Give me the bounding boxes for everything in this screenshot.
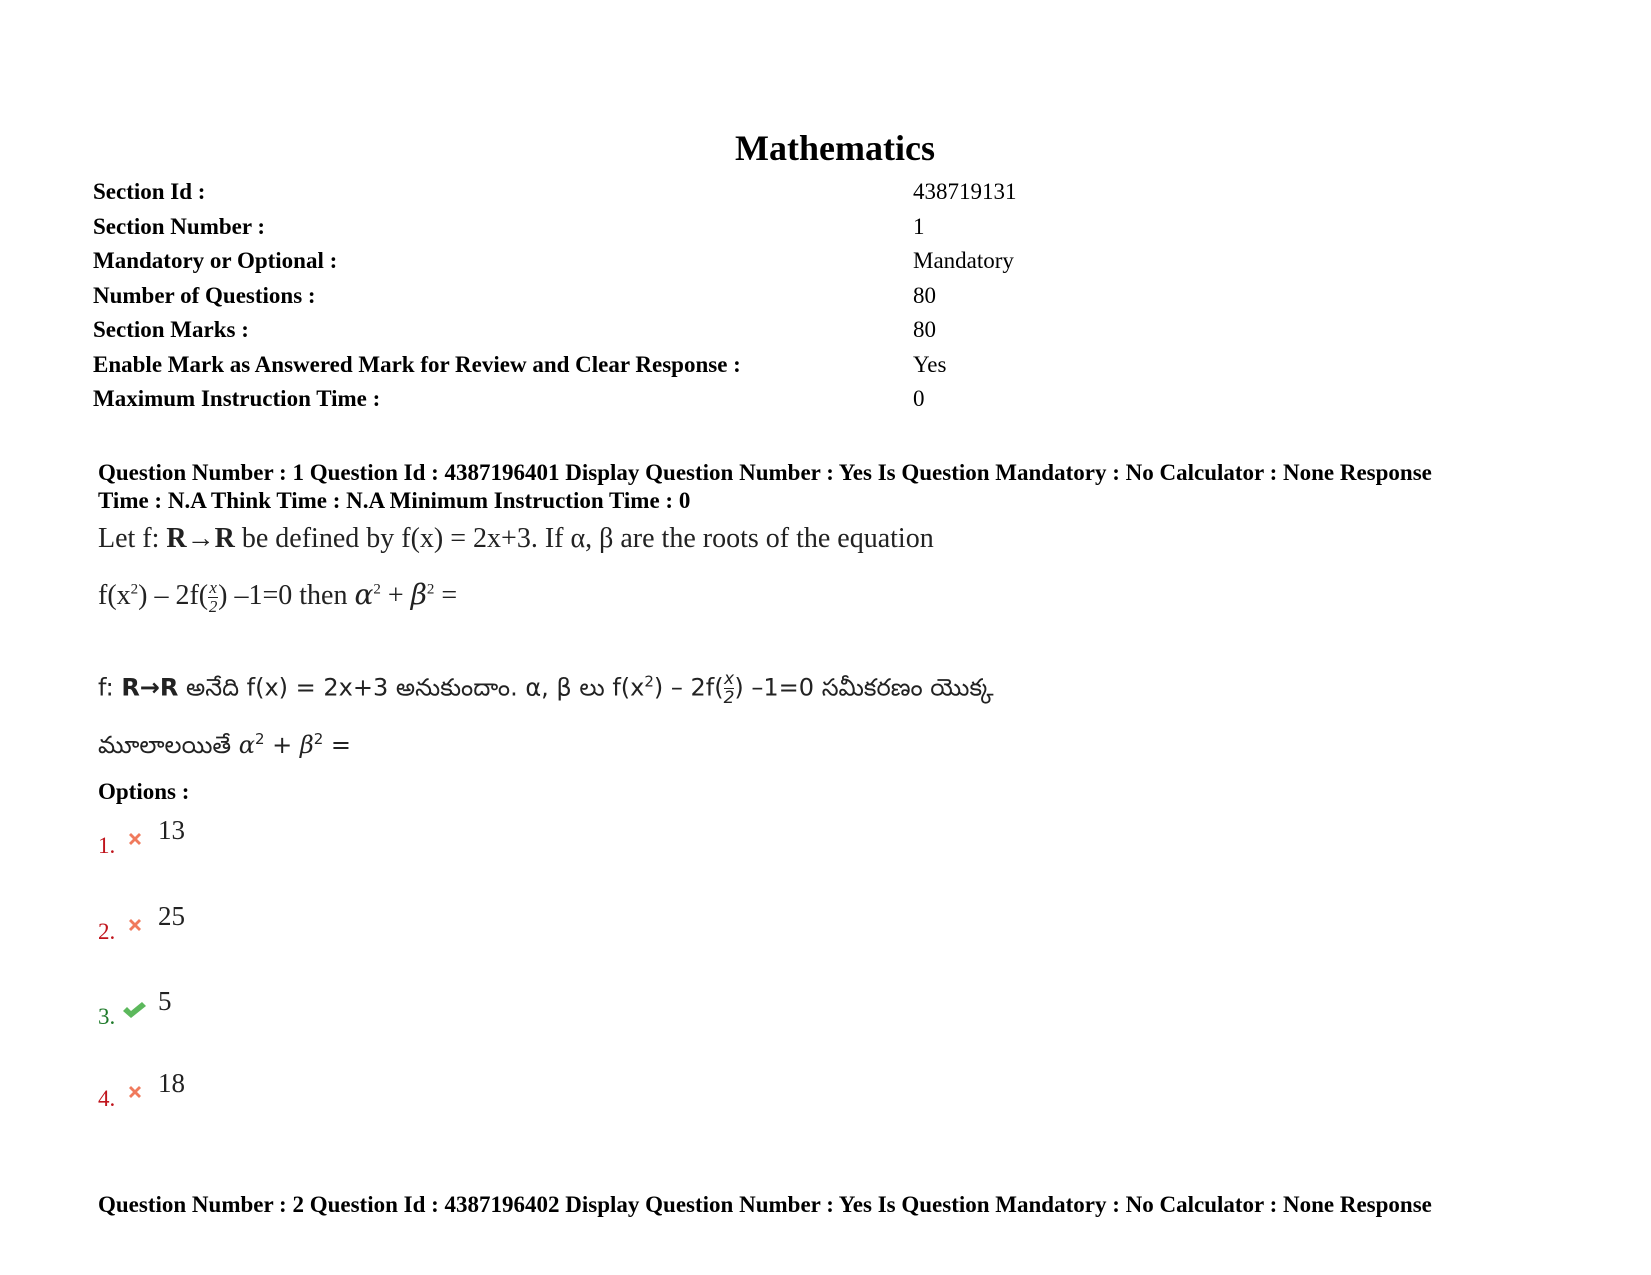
fraction-denominator: 2 [723, 688, 735, 708]
fraction-denominator: 2 [208, 597, 218, 617]
question-1-header: Question Number : 1 Question Id : 438719… [98, 459, 1598, 515]
text: + [264, 731, 300, 759]
meta-value: 80 [913, 317, 936, 342]
text: ) –1=0 సమీకరణం యొక్క [734, 673, 994, 702]
check-icon [123, 1002, 146, 1018]
meta-label: Maximum Instruction Time : [93, 386, 381, 411]
fraction: x2 [208, 578, 219, 617]
text: Let f: [98, 523, 167, 554]
text-bold: R→R [166, 523, 235, 554]
meta-label: Section Number : [93, 213, 266, 239]
meta-value: 1 [913, 213, 925, 239]
option-number: 2. [98, 919, 116, 944]
meta-label: Section Marks : [93, 317, 249, 342]
option-value: 13 [158, 815, 185, 845]
text: + [380, 580, 411, 611]
meta-label: Number of Questions : [93, 282, 316, 308]
question-header-line: Question Number : 2 Question Id : 438719… [98, 1192, 1432, 1217]
fraction: x2 [723, 669, 735, 708]
option-value: 5 [158, 986, 172, 1016]
alpha-symbol: α [238, 731, 255, 759]
section-title: Mathematics [735, 128, 935, 168]
text: = [323, 731, 352, 759]
superscript: 2 [313, 730, 324, 748]
meta-value: Mandatory [913, 248, 1014, 273]
meta-value: Yes [913, 351, 947, 377]
text: ) –1=0 then [218, 580, 355, 611]
beta-symbol: β [410, 578, 427, 611]
superscript: 2 [373, 581, 381, 598]
question-header-line: Question Number : 1 Question Id : 438719… [98, 460, 1432, 485]
text: f: [98, 673, 122, 702]
cross-icon [129, 1086, 141, 1098]
options-label: Options : [98, 779, 190, 804]
question-text-telugu-line-1: f: R→R అనేది f(x) = 2x+3 అనుకుందాం. α, β… [98, 669, 994, 708]
option-number: 1. [98, 833, 116, 858]
meta-value: 438719131 [913, 179, 1017, 204]
fraction-numerator: x [723, 669, 735, 689]
option-number: 3. [98, 1004, 116, 1029]
meta-label: Mandatory or Optional : [93, 248, 338, 273]
text: f(x [98, 580, 131, 611]
question-text-telugu-line-2: మూలాలయితే α2 + β2 = [98, 730, 351, 765]
meta-label: Enable Mark as Answered Mark for Review … [93, 351, 741, 377]
option-value: 25 [158, 901, 185, 931]
meta-value: 80 [913, 282, 936, 308]
superscript: 2 [644, 672, 654, 691]
text: be defined by f(x) = 2x+3. If α, β are t… [234, 523, 934, 554]
question-text-english-line-2: f(x2) – 2f(x 2) –1=0 then α2 + β2 = [98, 578, 458, 617]
question-2-header: Question Number : 2 Question Id : 438719… [98, 1191, 1598, 1219]
question-text-english-line-1: Let f: R→R be defined by f(x) = 2x+3. If… [98, 523, 934, 555]
cross-icon [129, 919, 141, 931]
superscript: 2 [254, 730, 265, 748]
text: = [434, 580, 458, 611]
meta-label: Section Id : [93, 179, 206, 204]
text: అనేది f(x) = 2x+3 అనుకుందాం. α, β లు f(x [178, 673, 645, 702]
cross-icon [129, 833, 141, 845]
alpha-symbol: α [354, 578, 374, 611]
option-number: 4. [98, 1086, 116, 1111]
question-header-line: Time : N.A Think Time : N.A Minimum Inst… [98, 488, 691, 513]
beta-symbol: β [299, 731, 314, 759]
option-value: 18 [158, 1068, 185, 1098]
text-bold: R→R [121, 673, 179, 702]
text: ) – 2f( [653, 673, 724, 702]
text: ) – 2f( [138, 580, 209, 611]
text: మూలాలయితే [98, 731, 239, 759]
meta-value: 0 [913, 386, 925, 411]
fraction-numerator: x [209, 578, 217, 598]
